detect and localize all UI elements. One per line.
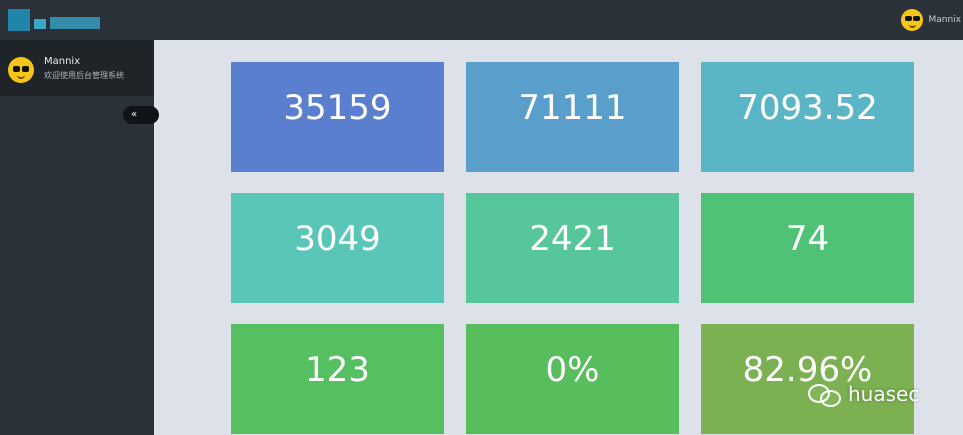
- stat-card[interactable]: 2421: [466, 193, 679, 303]
- stat-card[interactable]: 82.96%: [701, 324, 914, 434]
- logo-glyph: [34, 19, 46, 29]
- top-bar: Mannix: [0, 0, 963, 40]
- sidebar-user-name: Mannix: [44, 56, 81, 67]
- stat-value: 35159: [283, 88, 392, 128]
- stat-card[interactable]: 74: [701, 193, 914, 303]
- stat-card[interactable]: 3049: [231, 193, 444, 303]
- stat-value: 74: [785, 219, 830, 259]
- stat-card[interactable]: 7093.52: [701, 62, 914, 172]
- header-user-name[interactable]: Mannix: [928, 15, 961, 25]
- sidebar-collapse-button[interactable]: «: [123, 106, 159, 124]
- stat-card[interactable]: 0%: [466, 324, 679, 434]
- sidebar: Mannix 欢迎使用后台管理系统 «: [0, 40, 159, 435]
- stat-value: 2421: [529, 219, 616, 259]
- logo-text: [50, 17, 100, 29]
- sidebar-user-panel: Mannix 欢迎使用后台管理系统: [0, 40, 154, 96]
- sunglasses-icon: [12, 65, 30, 72]
- watermark-text: huasec: [848, 382, 920, 406]
- sidebar-avatar: [8, 57, 34, 83]
- sidebar-welcome-text: 欢迎使用后台管理系统: [44, 71, 124, 80]
- smile-icon: [17, 74, 25, 79]
- stat-card[interactable]: 35159: [231, 62, 444, 172]
- wechat-icon: [808, 382, 842, 407]
- header-user-menu[interactable]: Mannix: [901, 9, 961, 31]
- stat-card[interactable]: 71111: [466, 62, 679, 172]
- smile-icon: [909, 24, 916, 28]
- stat-value: 3049: [294, 219, 381, 259]
- header-avatar[interactable]: [901, 9, 924, 31]
- app-logo[interactable]: [8, 7, 100, 33]
- stat-card[interactable]: 123: [231, 324, 444, 434]
- stat-value: 7093.52: [737, 88, 878, 128]
- stat-value: 71111: [518, 88, 627, 128]
- logo-mark-icon: [8, 9, 30, 31]
- stat-value: 0%: [545, 350, 600, 390]
- stat-value: 123: [305, 350, 370, 390]
- sunglasses-icon: [905, 16, 920, 22]
- watermark: huasec: [808, 382, 920, 407]
